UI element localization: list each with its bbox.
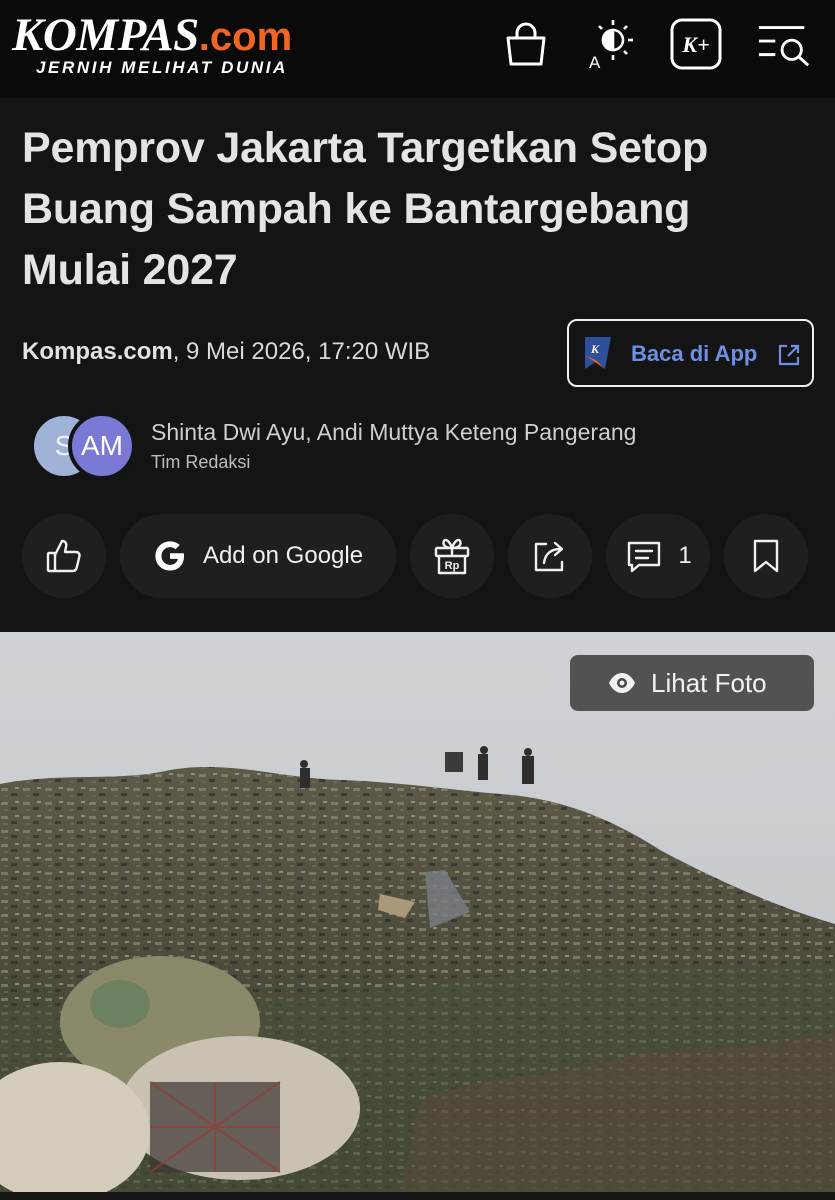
external-link-icon [778,344,800,366]
logo-wordmark: KOMPAS.com [12,10,292,62]
gift-rp-label: Rp [445,560,460,572]
article-source[interactable]: Kompas.com [22,338,173,365]
open-in-app-label: Baca di App [631,341,758,366]
bookmark-button[interactable] [724,514,808,598]
add-on-google-label: Add on Google [202,542,364,569]
add-on-google-button[interactable]: Add on Google [120,514,396,598]
share-icon [534,541,564,572]
kompas-app-icon: K [585,337,611,369]
author-names[interactable]: Shinta Dwi Ayu, Andi Muttya Keteng Pange… [151,419,636,446]
gift-icon: Rp [434,538,470,575]
article-photo[interactable] [0,632,835,1192]
app-logo-letter: K [590,342,600,356]
kompas-plus-label: K+ [681,32,709,57]
author-avatars[interactable]: S AM [32,412,136,480]
article-meta: Kompas.com, 9 Mei 2026, 17:20 WIB [22,338,430,366]
bottom-divider [0,1192,835,1200]
landfill-illustration [0,632,835,1192]
article-title: Pemprov Jakarta Targetkan Setop Buang Sa… [22,124,709,294]
theme-letter: A [589,53,601,72]
share-button[interactable] [508,514,592,598]
avatar: AM [68,412,136,480]
bookmark-icon [753,539,779,573]
google-icon [155,541,184,571]
gift-article-button[interactable]: Rp [410,514,494,598]
logo-tagline: JERNIH MELIHAT DUNIA [36,58,288,77]
kompas-plus-icon[interactable]: K+ [668,16,724,72]
search-menu-icon[interactable] [756,16,812,72]
author-team: Tim Redaksi [151,452,251,472]
theme-toggle-icon[interactable]: A [584,16,640,72]
like-button[interactable] [22,514,106,598]
kompas-logo[interactable]: KOMPAS.com JERNIH MELIHAT DUNIA [12,10,292,77]
shopping-bag-icon[interactable] [498,16,554,72]
view-photo-button[interactable]: Lihat Foto [570,655,814,711]
logo-main-text: KOMPAS [12,9,199,61]
comment-button[interactable]: 1 [606,514,710,598]
view-photo-label: Lihat Foto [651,668,767,698]
top-header: KOMPAS.com JERNIH MELIHAT DUNIA A K+ [0,0,835,98]
article-datetime: , 9 Mei 2026, 17:20 WIB [172,338,431,365]
comment-count: 1 [678,542,692,569]
eye-icon [609,673,635,693]
logo-suffix: .com [198,15,293,59]
comment-icon [628,541,661,573]
thumbs-up-icon [46,539,81,573]
open-in-app-button[interactable]: K Baca di App [567,319,814,387]
